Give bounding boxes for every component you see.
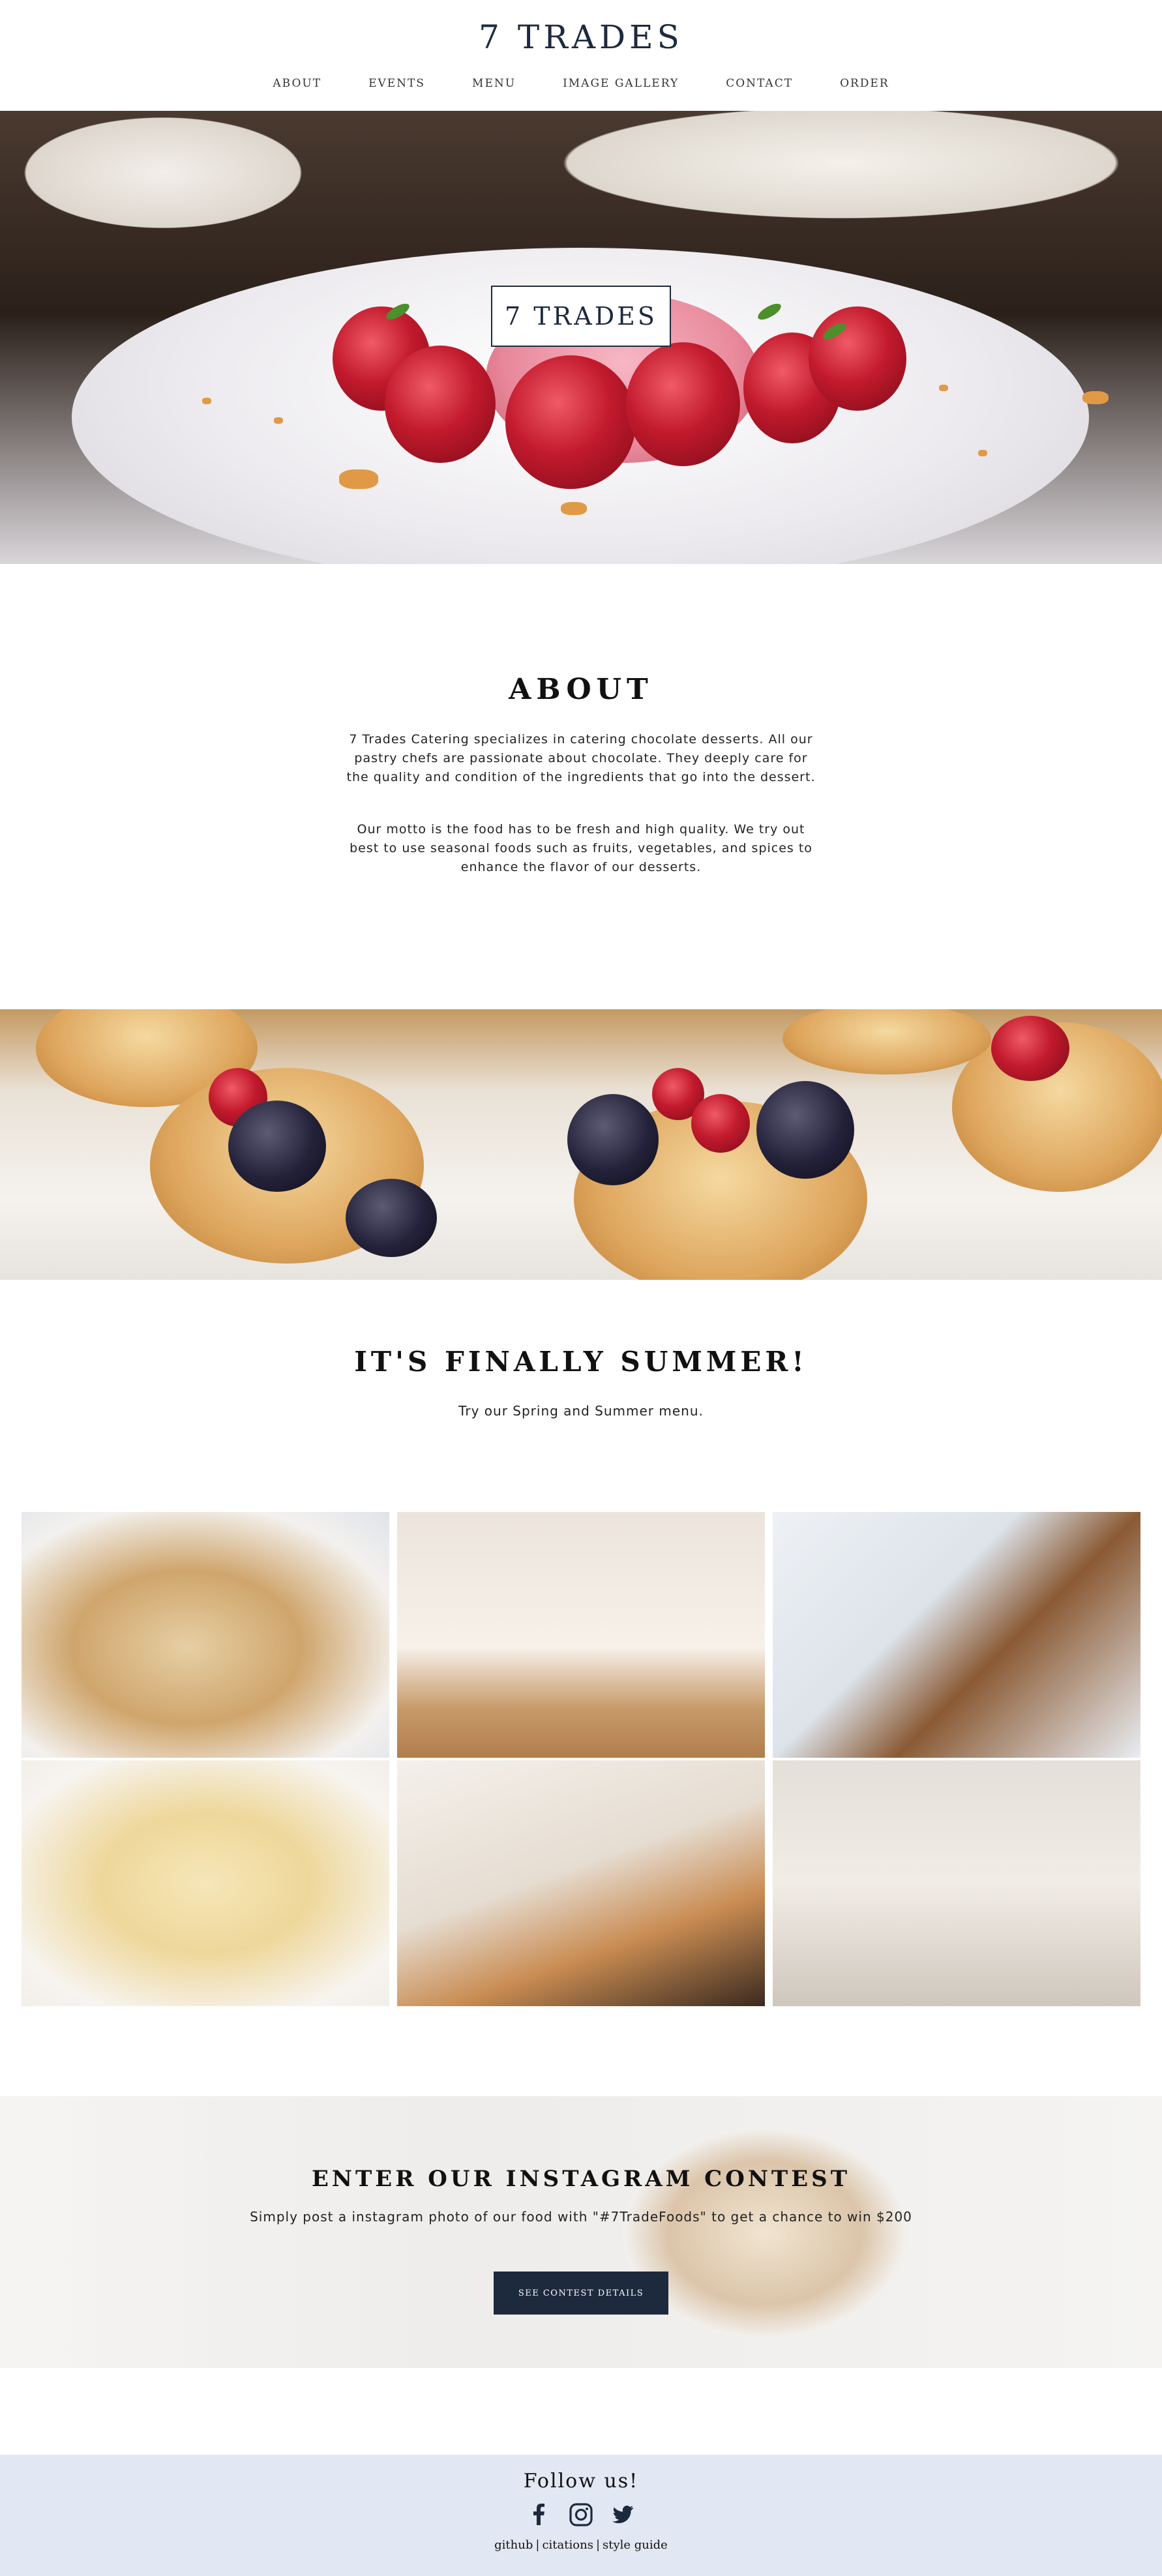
nav-order[interactable]: ORDER	[816, 77, 913, 90]
gallery-image-layer-cake[interactable]	[773, 1760, 1140, 2006]
summer-subtitle: Try our Spring and Summer menu.	[458, 1403, 704, 1419]
follow-us-heading: Follow us!	[523, 2470, 639, 2493]
crumb	[939, 385, 948, 391]
about-paragraph-2: Our motto is the food has to be fresh an…	[350, 822, 812, 874]
nav-contact[interactable]: CONTACT	[702, 77, 816, 90]
gallery-image-ice-cream[interactable]	[397, 1760, 765, 2006]
gallery-image-blueberry-muffins[interactable]	[22, 1512, 389, 1758]
tarts-banner-image	[0, 1009, 1162, 1280]
site-brand[interactable]: 7 TRADES	[0, 18, 1162, 56]
main-nav: ABOUT EVENTS MENU IMAGE GALLERY CONTACT …	[0, 77, 1162, 90]
nav-about[interactable]: ABOUT	[249, 77, 345, 90]
raspberry	[505, 355, 636, 489]
footer-link-style-guide[interactable]: style guide	[603, 2538, 668, 2552]
raspberry	[626, 342, 740, 466]
contest-subtitle: Simply post a instagram photo of our foo…	[250, 2209, 912, 2225]
nav-events[interactable]: EVENTS	[345, 77, 449, 90]
gallery-image-strawberry-parfaits[interactable]	[397, 1512, 765, 1758]
crumb	[202, 398, 211, 404]
gallery-image-chocolate-bars[interactable]	[773, 1512, 1140, 1758]
site-header: 7 TRADES ABOUT EVENTS MENU IMAGE GALLERY…	[0, 0, 1162, 111]
footer-separator: |	[535, 2538, 540, 2552]
footer-separator: |	[595, 2538, 601, 2552]
see-contest-details-button[interactable]: SEE CONTEST DETAILS	[494, 2272, 668, 2315]
facebook-icon[interactable]	[527, 2502, 552, 2527]
crumb	[339, 469, 378, 489]
crumb	[978, 450, 987, 456]
crumb	[274, 417, 283, 424]
about-paragraph-1: 7 Trades Catering specializes in caterin…	[346, 732, 816, 784]
summer-title: IT'S FINALLY SUMMER!	[354, 1346, 808, 1378]
hero-badge: 7 TRADES	[491, 286, 671, 347]
social-links	[0, 2502, 1162, 2527]
strawberry	[991, 1016, 1069, 1081]
footer-links: github | citations | style guide	[0, 2538, 1162, 2552]
footer-link-github[interactable]: github	[494, 2538, 533, 2552]
blackberry	[228, 1101, 326, 1192]
twitter-icon[interactable]	[610, 2502, 635, 2527]
tart	[782, 1009, 991, 1074]
crumb	[1082, 391, 1109, 404]
contest-background-image	[0, 2096, 1162, 2368]
contest-overlay	[0, 2096, 1162, 2368]
gallery-image-fruit-tarts[interactable]	[22, 1760, 389, 2006]
about-title: ABOUT	[509, 673, 653, 706]
blackberry	[567, 1094, 659, 1185]
blackberry	[346, 1179, 437, 1257]
blackberry	[756, 1081, 854, 1179]
raspberry	[385, 346, 496, 463]
nav-image-gallery[interactable]: IMAGE GALLERY	[539, 77, 702, 90]
summer-menu-gallery	[22, 1512, 1140, 2006]
raspberry	[691, 1094, 750, 1153]
raspberry	[809, 306, 906, 411]
instagram-icon[interactable]	[569, 2502, 593, 2527]
crumb	[561, 502, 587, 515]
footer-link-citations[interactable]: citations	[542, 2538, 593, 2552]
nav-menu[interactable]: MENU	[449, 77, 539, 90]
contest-title: ENTER OUR INSTAGRAM CONTEST	[312, 2166, 850, 2192]
